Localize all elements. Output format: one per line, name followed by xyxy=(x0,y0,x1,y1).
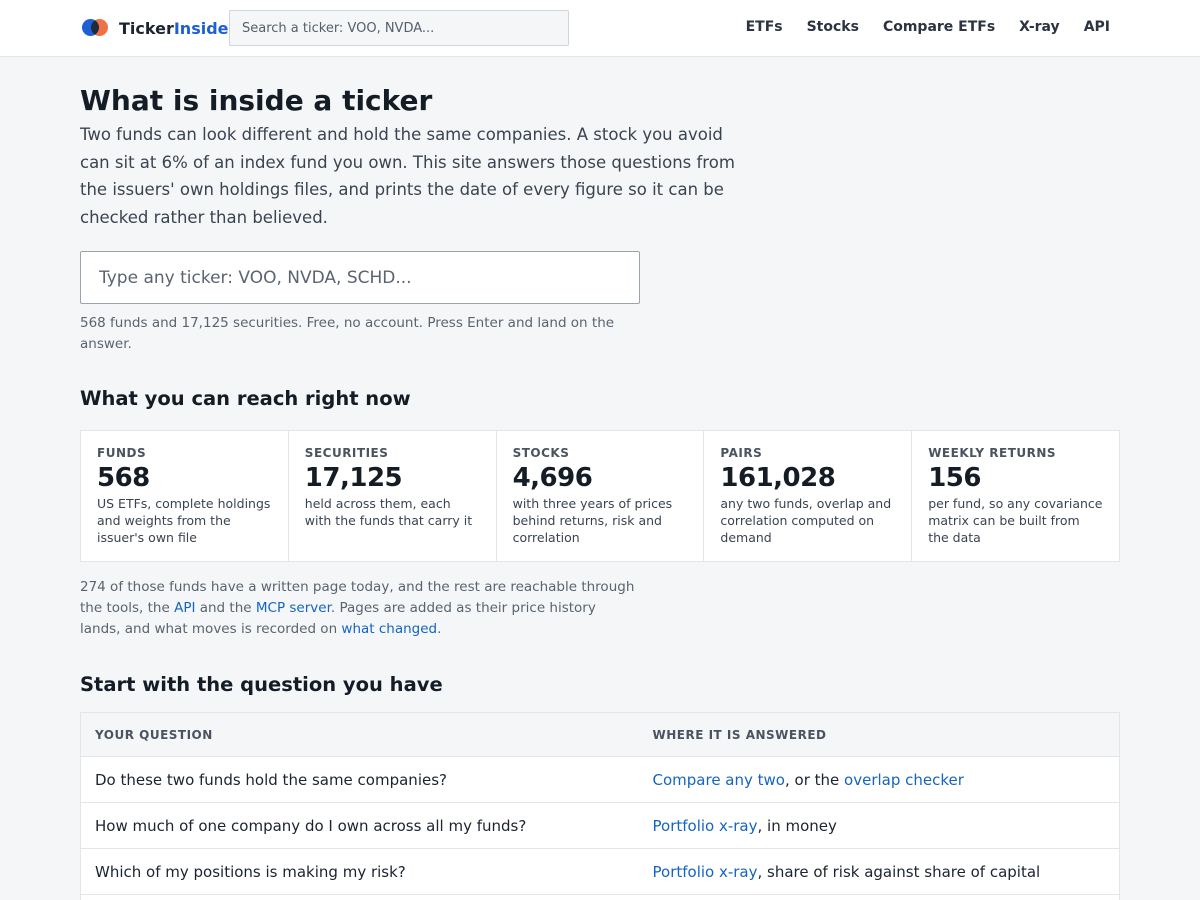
table-row: How much of one company do I own across … xyxy=(80,802,1120,849)
reach-heading: What you can reach right now xyxy=(80,387,411,410)
table-header-row: YOUR QUESTION WHERE IT IS ANSWERED xyxy=(80,712,1120,757)
stat-value: 4,696 xyxy=(512,463,593,493)
page-title: What is inside a ticker xyxy=(80,84,433,117)
question-cell: Do these two funds hold the same compani… xyxy=(80,756,639,803)
table-row: Do these two funds hold the same compani… xyxy=(80,756,1120,803)
stat-label: STOCKS xyxy=(512,446,570,460)
stat-value: 568 xyxy=(97,463,150,493)
nav-stocks[interactable]: Stocks xyxy=(807,19,859,35)
stat-description: any two funds, overlap and correlation c… xyxy=(720,496,892,545)
stat-pairs: PAIRS 161,028 any two funds, overlap and… xyxy=(704,431,913,561)
question-cell: How much of one company do I own across … xyxy=(80,802,639,849)
intro-paragraph: Two funds can look different and hold th… xyxy=(80,125,735,227)
api-link[interactable]: API xyxy=(174,600,195,616)
overlap-checker-link[interactable]: overlap checker xyxy=(844,771,964,789)
table-row: Which of my positions is making my risk?… xyxy=(80,848,1120,895)
stats-panel: FUNDS 568 US ETFs, complete holdings and… xyxy=(80,430,1120,562)
top-navigation-bar: TickerInside ETFs Stocks Compare ETFs X-… xyxy=(0,0,1200,57)
question-cell: Which of my positions is making my risk? xyxy=(80,848,639,895)
nav-compare-etfs[interactable]: Compare ETFs xyxy=(883,19,995,35)
stat-weekly-returns: WEEKLY RETURNS 156 per fund, so any cova… xyxy=(912,431,1119,561)
answer-cell xyxy=(638,894,1120,900)
stat-securities: SECURITIES 17,125 held across them, each… xyxy=(289,431,497,561)
answer-cell: Portfolio x-ray, share of risk against s… xyxy=(638,848,1120,895)
stat-description: with three years of prices behind return… xyxy=(512,496,673,545)
stat-label: PAIRS xyxy=(720,446,763,460)
stat-label: SECURITIES xyxy=(304,446,389,460)
nav-x-ray[interactable]: X-ray xyxy=(1019,19,1060,35)
answer-cell: Portfolio x-ray, in money xyxy=(638,802,1120,849)
stat-funds: FUNDS 568 US ETFs, complete holdings and… xyxy=(81,431,289,561)
table-row xyxy=(80,894,1120,900)
column-header-question: YOUR QUESTION xyxy=(80,712,639,757)
column-header-answer: WHERE IT IS ANSWERED xyxy=(638,712,1120,757)
questions-table: YOUR QUESTION WHERE IT IS ANSWERED Do th… xyxy=(80,712,1120,900)
answer-cell: Compare any two, or the overlap checker xyxy=(638,756,1120,803)
stat-value: 17,125 xyxy=(304,463,403,493)
portfolio-x-ray-link[interactable]: Portfolio x-ray xyxy=(653,863,758,881)
main-nav: ETFs Stocks Compare ETFs X-ray API xyxy=(746,19,1110,35)
ticker-search-input[interactable] xyxy=(80,251,640,304)
logo-icon xyxy=(80,17,110,39)
nav-api[interactable]: API xyxy=(1084,19,1110,35)
stat-label: FUNDS xyxy=(97,446,147,460)
stat-label: WEEKLY RETURNS xyxy=(928,446,1057,460)
mcp-server-link[interactable]: MCP server xyxy=(256,600,331,616)
coverage-note: 274 of those funds have a written page t… xyxy=(80,579,635,637)
nav-etfs[interactable]: ETFs xyxy=(746,19,783,35)
stat-value: 161,028 xyxy=(720,463,836,493)
header-search-input[interactable] xyxy=(229,10,569,46)
stat-description: per fund, so any covariance matrix can b… xyxy=(928,496,1103,545)
stat-description: held across them, each with the funds th… xyxy=(304,496,473,528)
brand-name: TickerInside xyxy=(119,18,229,38)
stat-stocks: STOCKS 4,696 with three years of prices … xyxy=(497,431,705,561)
stat-value: 156 xyxy=(928,463,981,493)
questions-heading: Start with the question you have xyxy=(80,673,443,696)
search-note: 568 funds and 17,125 securities. Free, n… xyxy=(80,315,615,352)
compare-any-two-link[interactable]: Compare any two xyxy=(653,771,785,789)
brand-home-link[interactable]: TickerInside xyxy=(80,17,229,39)
what-changed-link[interactable]: what changed xyxy=(341,621,437,637)
question-cell xyxy=(80,894,639,900)
portfolio-x-ray-link[interactable]: Portfolio x-ray xyxy=(653,817,758,835)
stat-description: US ETFs, complete holdings and weights f… xyxy=(97,496,271,545)
